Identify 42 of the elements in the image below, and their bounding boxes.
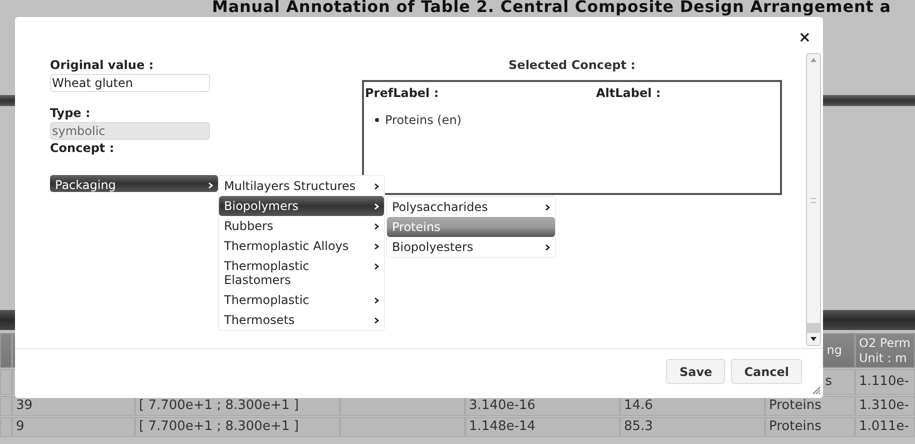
table-cell: 9 [12, 417, 135, 437]
column-heading: PrefLabel : [365, 85, 440, 102]
field-label: Concept : [50, 141, 116, 156]
menu-item[interactable]: Thermoplastic Elastomers [219, 256, 384, 290]
dialog-button[interactable]: Save [666, 359, 726, 384]
table-cell: Proteins [765, 396, 855, 416]
resize-grip-icon[interactable] [812, 386, 821, 395]
menu-item[interactable]: Thermoplastic [219, 290, 384, 310]
menu-item[interactable]: Polysaccharides [387, 197, 555, 217]
table-cell: 1.310e- [855, 396, 915, 416]
scrollbar[interactable] [806, 53, 821, 346]
menu-item[interactable]: Packaging [50, 175, 218, 192]
page-title: Manual Annotation of Table 2. Central Composite Design Arrangement a [212, 0, 891, 15]
table-cell: 1.148e-14 [465, 417, 620, 437]
field-label: Original value : [50, 58, 155, 73]
column-header [0, 333, 12, 368]
table-cell: 3.140e-16 [465, 396, 620, 416]
scroll-track [807, 323, 820, 333]
table-cell: 1.011e- [855, 417, 915, 437]
section-title: Selected Concept : [508, 58, 636, 73]
bullet-icon [375, 118, 379, 122]
menu-item[interactable]: Multilayers Structures [219, 176, 384, 196]
table-cell: 14.6 [620, 396, 765, 416]
scroll-grip-icon [811, 198, 816, 203]
close-button[interactable]: × [796, 29, 813, 45]
table-cell: [ 7.700e+1 ; 8.300e+1 ] [135, 396, 340, 416]
column-heading: AltLabel : [596, 85, 661, 102]
table-cell: 1.110e- [855, 369, 915, 395]
dialog-button[interactable]: Cancel [731, 359, 802, 384]
field-label: Type : [50, 106, 92, 121]
input-field[interactable]: Wheat gluten [50, 74, 210, 92]
menu-item[interactable]: Thermosets [219, 310, 384, 330]
table-cell: 39 [12, 396, 135, 416]
menu-item[interactable]: Biopolyesters [387, 237, 555, 257]
table-cell: 85.3 [620, 417, 765, 437]
concept-label: Proteins (en) [385, 112, 462, 129]
menu-item[interactable]: Rubbers [219, 216, 384, 236]
menu-item[interactable]: Biopolymers [219, 196, 384, 216]
table-cell: Proteins [765, 417, 855, 437]
menu-item[interactable]: Thermoplastic Alloys [219, 236, 384, 256]
table-cell: [ 7.700e+1 ; 8.300e+1 ] [135, 417, 340, 437]
column-header: O2 Perm Unit : m [855, 333, 915, 368]
